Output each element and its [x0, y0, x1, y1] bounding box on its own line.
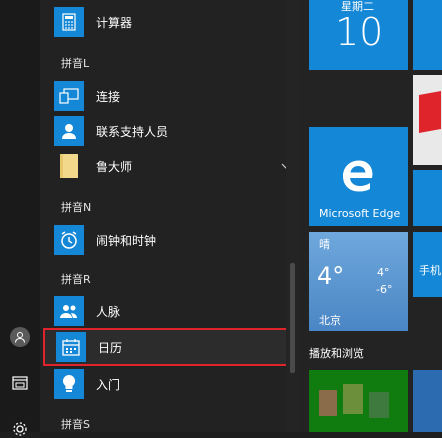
folder-icon — [54, 151, 84, 181]
section-header-s[interactable]: 拼音S — [61, 416, 90, 432]
character-figure-icon — [343, 384, 363, 414]
phone-tile[interactable]: 手机 — [413, 232, 442, 297]
calendar-tile[interactable]: 星期二 10 — [309, 0, 408, 70]
partial-tile-top[interactable] — [413, 0, 442, 70]
app-item-label: 闹钟和时钟 — [96, 233, 157, 248]
tiles-area: 星期二 10 Microsoft Edge 晴 4° 4° -6° 北京 手机 … — [300, 0, 442, 432]
app-item-ludashi[interactable]: 鲁大师 — [54, 148, 294, 184]
app-item-calculator[interactable]: 计算器 — [54, 4, 294, 40]
app-item-label: 日历 — [98, 340, 123, 355]
character-figure-icon — [369, 392, 389, 418]
section-header-n[interactable]: 拼音N — [61, 199, 91, 215]
documents-icon[interactable] — [11, 374, 29, 392]
connect-icon — [54, 81, 84, 111]
edge-logo-icon — [343, 160, 373, 192]
app-item-calendar[interactable]: 日历 — [43, 328, 291, 366]
calculator-icon — [54, 7, 84, 37]
app-item-alarms-clock[interactable]: 闹钟和时钟 — [54, 222, 294, 258]
app-item-get-started[interactable]: 入门 — [54, 366, 294, 402]
edge-tile[interactable]: Microsoft Edge — [309, 127, 408, 226]
app-item-label: 入门 — [96, 377, 121, 392]
contact-support-icon — [54, 116, 84, 146]
scrollbar-thumb[interactable] — [290, 263, 295, 373]
minecraft-tile[interactable] — [309, 370, 408, 432]
lightbulb-icon — [54, 369, 84, 399]
app-item-label: 连接 — [96, 89, 121, 104]
app-item-connect[interactable]: 连接 — [54, 78, 294, 114]
weather-condition: 晴 — [319, 238, 330, 251]
edge-tile-label: Microsoft Edge — [319, 207, 401, 220]
app-list-scrollbar[interactable] — [286, 0, 300, 432]
calendar-tile-day-number: 10 — [335, 10, 384, 54]
user-avatar-icon[interactable] — [10, 327, 30, 347]
app-item-label: 联系支持人员 — [96, 124, 169, 139]
partial-tile-bottom[interactable] — [413, 370, 442, 432]
weather-city: 北京 — [319, 314, 341, 327]
calendar-icon — [56, 332, 86, 362]
partial-tile-mid[interactable] — [413, 170, 442, 226]
app-item-contact-support[interactable]: 联系支持人员 — [54, 113, 294, 149]
character-figure-icon — [319, 390, 337, 416]
partial-office-tile[interactable] — [413, 75, 442, 165]
start-left-rail — [0, 0, 40, 436]
office-logo-icon — [419, 91, 441, 133]
section-header-l[interactable]: 拼音L — [61, 55, 89, 71]
weather-low-temp: -6° — [376, 283, 393, 296]
people-icon — [54, 296, 84, 326]
settings-gear-icon[interactable] — [11, 420, 29, 438]
app-item-label: 人脉 — [96, 304, 121, 319]
weather-tile[interactable]: 晴 4° 4° -6° 北京 — [309, 232, 408, 331]
phone-tile-label: 手机 — [419, 264, 441, 277]
section-header-r[interactable]: 拼音R — [61, 271, 91, 287]
weather-current-temp: 4° — [317, 262, 345, 290]
tile-group-label[interactable]: 播放和浏览 — [309, 345, 364, 361]
app-item-people[interactable]: 人脉 — [54, 293, 294, 329]
weather-high-temp: 4° — [377, 266, 390, 279]
app-item-label: 计算器 — [96, 15, 133, 30]
alarm-clock-icon — [54, 225, 84, 255]
app-item-label: 鲁大师 — [96, 159, 133, 174]
all-apps-list: 计算器 拼音L 连接 联系支持人员 鲁大师 拼音N 闹钟和时钟 拼音R 人脉 日… — [40, 0, 291, 432]
